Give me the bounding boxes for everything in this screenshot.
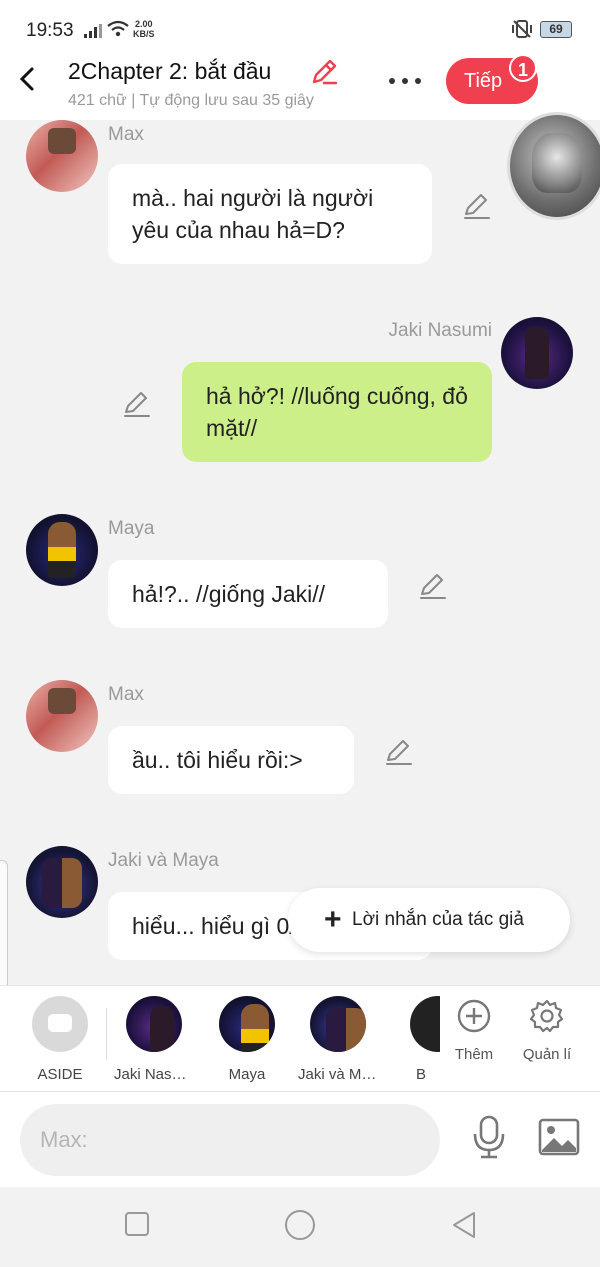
more-options-icon[interactable] — [385, 66, 425, 96]
plus-circle-icon — [457, 999, 491, 1033]
author-note-label: Lời nhắn của tác giả — [352, 909, 524, 930]
message-bubble[interactable]: hả hở?! //luống cuống, đỏ mặt// — [182, 362, 492, 462]
avatar-max[interactable] — [26, 680, 98, 752]
message-bubble[interactable]: hả!?.. //giống Jaki// — [108, 560, 388, 628]
character-label: Jaki và Maya — [298, 1066, 378, 1083]
back-nav-icon[interactable] — [450, 1210, 478, 1240]
microphone-icon[interactable] — [470, 1114, 508, 1160]
message-bubble[interactable]: mà.. hai người là người yêu của nhau hả=… — [108, 164, 432, 264]
manage-button[interactable]: Quản lí — [512, 998, 582, 1063]
back-arrow-icon[interactable] — [16, 64, 40, 94]
character-label: Maya — [228, 1066, 266, 1083]
gear-icon — [529, 999, 564, 1033]
battery-indicator: 69 — [540, 21, 572, 38]
character-jaki-va-maya[interactable]: Jaki và Maya — [298, 996, 378, 1083]
character-maya[interactable]: Maya — [207, 996, 287, 1083]
character-avatar — [126, 996, 182, 1052]
character-partial[interactable]: B — [404, 996, 440, 1083]
speaker-name: Max — [108, 124, 144, 145]
avatar-max[interactable] — [26, 120, 98, 192]
character-label: B — [416, 1066, 427, 1083]
plus-icon: + — [324, 903, 342, 936]
chat-area[interactable]: Max mà.. hai người là người yêu của nhau… — [0, 120, 600, 985]
status-bar: 19:53 2.00 KB/S 69 — [0, 0, 600, 58]
avatar-jaki-va-maya[interactable] — [26, 846, 98, 918]
edit-title-pencil-icon[interactable] — [310, 58, 338, 86]
avatar-maya[interactable] — [26, 514, 98, 586]
image-icon[interactable] — [538, 1118, 580, 1156]
avatar-jaki-nasumi[interactable] — [501, 317, 573, 389]
character-avatar — [410, 996, 440, 1052]
character-bar: ASIDE Jaki Nasumi Maya Jaki và Maya B Th… — [0, 985, 600, 1091]
word-count-autosave: 421 chữ | Tự động lưu sau 35 giây — [68, 92, 314, 109]
system-nav-bar — [0, 1187, 600, 1267]
composer-bar — [0, 1091, 600, 1187]
edit-message-icon[interactable] — [122, 390, 152, 420]
status-time: 19:53 — [26, 20, 74, 41]
add-label: Thêm — [454, 1046, 494, 1063]
speaker-name: Maya — [108, 518, 155, 539]
aside-icon — [32, 996, 88, 1052]
chapter-title[interactable]: 2Chapter 2: bắt đầu — [68, 58, 271, 85]
character-label: Jaki Nasumi — [114, 1066, 194, 1083]
recent-apps-icon[interactable] — [124, 1211, 150, 1237]
side-drawer-handle[interactable] — [0, 860, 8, 1000]
character-avatar — [310, 996, 366, 1052]
divider — [106, 1008, 107, 1060]
home-icon[interactable] — [284, 1209, 316, 1241]
speaker-name: Jaki và Maya — [108, 850, 219, 871]
wifi-icon — [107, 20, 129, 37]
edit-message-icon[interactable] — [462, 192, 492, 222]
manage-label: Quản lí — [522, 1046, 572, 1063]
notification-badge: 1 — [509, 54, 537, 82]
editor-header: 2Chapter 2: bắt đầu 421 chữ | Tự động lư… — [0, 54, 600, 220]
edit-message-icon[interactable] — [418, 572, 448, 602]
speaker-name: Max — [108, 684, 144, 705]
edit-message-icon[interactable] — [384, 738, 414, 768]
speaker-name: Jaki Nasumi — [388, 320, 492, 341]
add-character-button[interactable]: Thêm — [439, 998, 509, 1063]
signal-icon — [84, 24, 102, 38]
author-note-button[interactable]: + Lời nhắn của tác giả — [288, 888, 570, 952]
character-aside[interactable]: ASIDE — [20, 996, 100, 1083]
network-speed: 2.00 KB/S — [133, 19, 155, 39]
message-bubble[interactable]: ầu.. tôi hiểu rồi:> — [108, 726, 354, 794]
vibrate-icon — [512, 20, 532, 38]
message-input[interactable] — [20, 1104, 440, 1176]
character-avatar — [219, 996, 275, 1052]
character-label: ASIDE — [37, 1066, 83, 1083]
character-jaki-nasumi[interactable]: Jaki Nasumi — [114, 996, 194, 1083]
